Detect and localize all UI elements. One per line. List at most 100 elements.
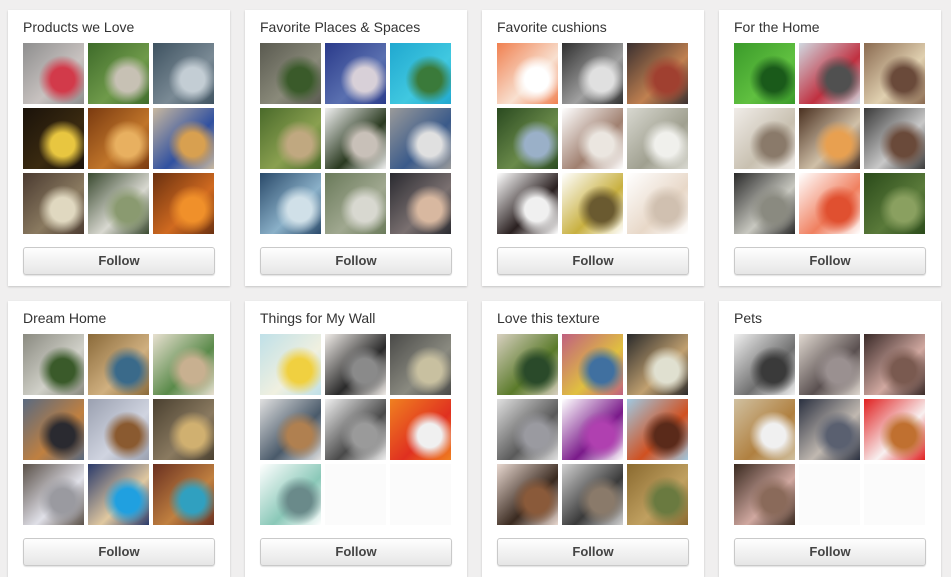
pin-thumbnail[interactable] bbox=[390, 334, 451, 395]
pin-thumbnail[interactable] bbox=[260, 399, 321, 460]
board-thumbnails[interactable] bbox=[734, 334, 926, 525]
pin-thumbnail[interactable] bbox=[390, 173, 451, 234]
follow-button[interactable]: Follow bbox=[497, 538, 689, 566]
board-title[interactable]: Love this texture bbox=[497, 309, 689, 327]
pin-thumbnail[interactable] bbox=[627, 108, 688, 169]
pin-thumbnail[interactable] bbox=[23, 108, 84, 169]
pin-thumbnail[interactable] bbox=[799, 399, 860, 460]
follow-button[interactable]: Follow bbox=[734, 247, 926, 275]
board-card[interactable]: Dream Home Follow bbox=[8, 301, 230, 577]
pin-thumbnail[interactable] bbox=[799, 334, 860, 395]
board-card[interactable]: Favorite cushions Follow bbox=[482, 10, 704, 286]
board-title[interactable]: Favorite Places & Spaces bbox=[260, 18, 452, 36]
pin-thumbnail[interactable] bbox=[390, 399, 451, 460]
follow-button[interactable]: Follow bbox=[260, 538, 452, 566]
board-card[interactable]: For the Home Follow bbox=[719, 10, 941, 286]
pin-thumbnail[interactable] bbox=[325, 399, 386, 460]
pin-thumbnail[interactable] bbox=[497, 464, 558, 525]
board-thumbnails[interactable] bbox=[23, 334, 215, 525]
pin-thumbnail[interactable] bbox=[23, 399, 84, 460]
board-title[interactable]: Favorite cushions bbox=[497, 18, 689, 36]
pin-thumbnail[interactable] bbox=[153, 173, 214, 234]
board-thumbnails[interactable] bbox=[497, 334, 689, 525]
pin-thumbnail[interactable] bbox=[562, 464, 623, 525]
board-title[interactable]: Dream Home bbox=[23, 309, 215, 327]
pin-thumbnail[interactable] bbox=[260, 43, 321, 104]
pin-thumbnail[interactable] bbox=[562, 334, 623, 395]
pin-thumbnail[interactable] bbox=[734, 399, 795, 460]
pin-thumbnail[interactable] bbox=[497, 334, 558, 395]
pin-thumbnail[interactable] bbox=[864, 43, 925, 104]
pin-thumbnail[interactable] bbox=[562, 399, 623, 460]
follow-button[interactable]: Follow bbox=[260, 247, 452, 275]
pin-thumbnail[interactable] bbox=[23, 173, 84, 234]
board-card[interactable]: Products we Love Follow bbox=[8, 10, 230, 286]
board-thumbnails[interactable] bbox=[23, 43, 215, 234]
pin-thumbnail[interactable] bbox=[562, 108, 623, 169]
pin-thumbnail[interactable] bbox=[627, 334, 688, 395]
pin-thumbnail[interactable] bbox=[325, 334, 386, 395]
pin-thumbnail[interactable] bbox=[260, 173, 321, 234]
board-title[interactable]: Products we Love bbox=[23, 18, 215, 36]
follow-button[interactable]: Follow bbox=[497, 247, 689, 275]
board-thumbnails[interactable] bbox=[497, 43, 689, 234]
pin-thumbnail[interactable] bbox=[153, 464, 214, 525]
pin-thumbnail[interactable] bbox=[734, 334, 795, 395]
pin-thumbnail[interactable] bbox=[734, 173, 795, 234]
pin-thumbnail[interactable] bbox=[627, 464, 688, 525]
pin-thumbnail[interactable] bbox=[734, 43, 795, 104]
board-card[interactable]: Love this texture Follow bbox=[482, 301, 704, 577]
board-title[interactable]: For the Home bbox=[734, 18, 926, 36]
pin-thumbnail[interactable] bbox=[153, 108, 214, 169]
pin-thumbnail[interactable] bbox=[88, 399, 149, 460]
board-title[interactable]: Things for My Wall bbox=[260, 309, 452, 327]
pin-thumbnail[interactable] bbox=[23, 464, 84, 525]
pin-thumbnail[interactable] bbox=[864, 108, 925, 169]
pin-thumbnail[interactable] bbox=[260, 334, 321, 395]
board-thumbnails[interactable] bbox=[260, 43, 452, 234]
follow-button[interactable]: Follow bbox=[23, 247, 215, 275]
pin-thumbnail[interactable] bbox=[627, 173, 688, 234]
pin-thumbnail[interactable] bbox=[562, 173, 623, 234]
pin-thumbnail[interactable] bbox=[864, 399, 925, 460]
pin-thumbnail[interactable] bbox=[627, 43, 688, 104]
pin-thumbnail[interactable] bbox=[153, 334, 214, 395]
pin-thumbnail[interactable] bbox=[390, 108, 451, 169]
pin-thumbnail[interactable] bbox=[88, 43, 149, 104]
pin-thumbnail[interactable] bbox=[325, 43, 386, 104]
pin-thumbnail[interactable] bbox=[153, 43, 214, 104]
board-card[interactable]: Things for My Wall Follow bbox=[245, 301, 467, 577]
pin-thumbnail[interactable] bbox=[734, 108, 795, 169]
pin-thumbnail[interactable] bbox=[260, 464, 321, 525]
follow-button[interactable]: Follow bbox=[734, 538, 926, 566]
pin-thumbnail[interactable] bbox=[627, 399, 688, 460]
pin-thumbnail[interactable] bbox=[23, 334, 84, 395]
board-card[interactable]: Favorite Places & Spaces Follow bbox=[245, 10, 467, 286]
board-thumbnails[interactable] bbox=[734, 43, 926, 234]
pin-thumbnail[interactable] bbox=[88, 108, 149, 169]
pin-thumbnail[interactable] bbox=[260, 108, 321, 169]
pin-thumbnail[interactable] bbox=[153, 399, 214, 460]
follow-button[interactable]: Follow bbox=[23, 538, 215, 566]
pin-thumbnail[interactable] bbox=[497, 43, 558, 104]
pin-thumbnail[interactable] bbox=[497, 173, 558, 234]
pin-thumbnail[interactable] bbox=[325, 108, 386, 169]
board-thumbnails[interactable] bbox=[260, 334, 452, 525]
pin-thumbnail[interactable] bbox=[734, 464, 795, 525]
board-card[interactable]: Pets Follow bbox=[719, 301, 941, 577]
pin-thumbnail[interactable] bbox=[799, 43, 860, 104]
pin-thumbnail[interactable] bbox=[390, 43, 451, 104]
pin-thumbnail[interactable] bbox=[864, 334, 925, 395]
board-title[interactable]: Pets bbox=[734, 309, 926, 327]
pin-thumbnail[interactable] bbox=[497, 399, 558, 460]
pin-thumbnail[interactable] bbox=[88, 334, 149, 395]
pin-thumbnail[interactable] bbox=[562, 43, 623, 104]
pin-thumbnail[interactable] bbox=[88, 464, 149, 525]
pin-thumbnail[interactable] bbox=[497, 108, 558, 169]
pin-thumbnail[interactable] bbox=[799, 173, 860, 234]
pin-thumbnail[interactable] bbox=[88, 173, 149, 234]
pin-thumbnail[interactable] bbox=[23, 43, 84, 104]
pin-thumbnail[interactable] bbox=[864, 173, 925, 234]
pin-thumbnail[interactable] bbox=[325, 173, 386, 234]
pin-thumbnail[interactable] bbox=[799, 108, 860, 169]
